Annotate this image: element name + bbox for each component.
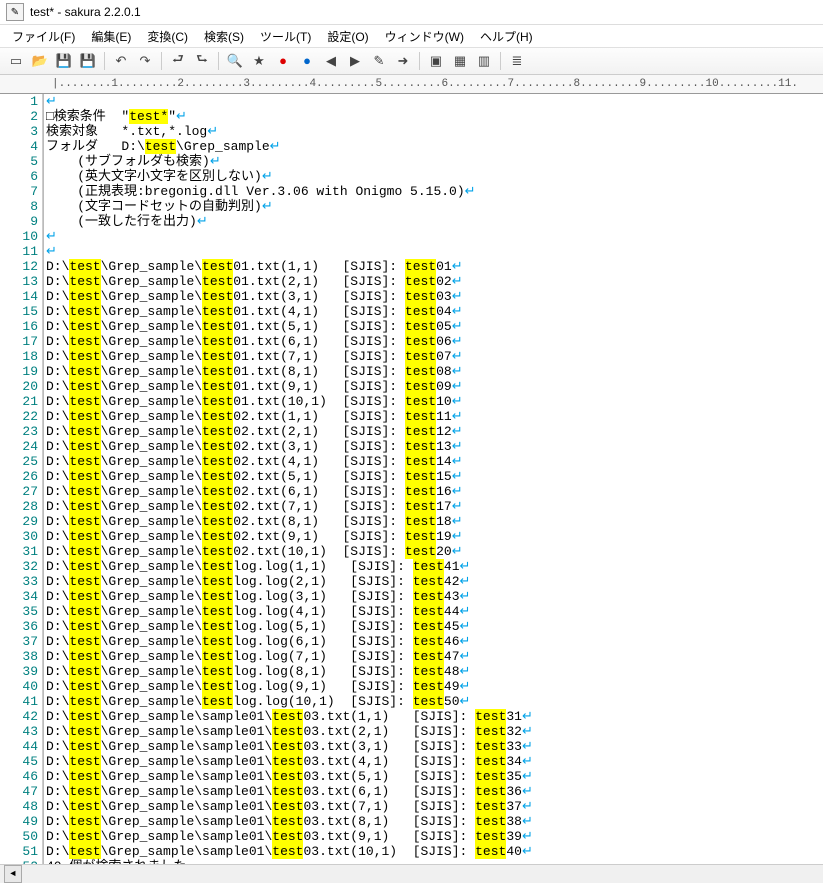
search-icon[interactable]: 🔍 (224, 50, 246, 72)
line-number-gutter: 1 2 3 4 5 6 7 8 9 10 11 12 13 14 15 16 1… (0, 94, 43, 864)
menu-item[interactable]: ウィンドウ(W) (377, 25, 472, 48)
mark-red-icon[interactable]: ● (272, 50, 294, 72)
window-title: test* - sakura 2.2.0.1 (30, 5, 141, 19)
forward-icon[interactable]: ⮑ (191, 50, 213, 72)
menu-item[interactable]: 変換(C) (139, 25, 196, 48)
scroll-left-button[interactable]: ◄ (4, 865, 22, 883)
nav-next-icon[interactable]: ▶ (344, 50, 366, 72)
text-content[interactable]: ↵ □検索条件 "test*"↵ 検索対象 *.txt,*.log↵ フォルダ … (44, 94, 823, 864)
toolbar-separator (500, 52, 501, 70)
menu-item[interactable]: 編集(E) (83, 25, 139, 48)
title-bar: ✎ test* - sakura 2.2.0.1 (0, 0, 823, 25)
save-all-icon[interactable]: 💾 (77, 50, 99, 72)
status-bar: ◄ (0, 864, 823, 883)
open-icon[interactable]: 📂 (29, 50, 51, 72)
toolbar-separator (419, 52, 420, 70)
toolbar-separator (104, 52, 105, 70)
app-icon: ✎ (6, 3, 24, 21)
new-icon[interactable]: ▭ (5, 50, 27, 72)
doc-icon[interactable]: ≣ (506, 50, 528, 72)
window3-icon[interactable]: ▥ (473, 50, 495, 72)
menu-item[interactable]: ファイル(F) (4, 25, 83, 48)
save-icon[interactable]: 💾 (53, 50, 75, 72)
toolbar-separator (161, 52, 162, 70)
window1-icon[interactable]: ▣ (425, 50, 447, 72)
menu-item[interactable]: ヘルプ(H) (472, 25, 541, 48)
editor-area: 1 2 3 4 5 6 7 8 9 10 11 12 13 14 15 16 1… (0, 94, 823, 864)
bookmark-icon[interactable]: ★ (248, 50, 270, 72)
redo-icon[interactable]: ↷ (134, 50, 156, 72)
toolbar: ▭📂💾💾↶↷⮐⮑🔍★●●◀▶✎➜▣▦▥≣ (0, 47, 823, 75)
ruler: |........1.........2.........3.........4… (0, 75, 823, 94)
window2-icon[interactable]: ▦ (449, 50, 471, 72)
jump-icon[interactable]: ➜ (392, 50, 414, 72)
menu-item[interactable]: 設定(O) (319, 25, 376, 48)
menu-item[interactable]: 検索(S) (196, 25, 252, 48)
menu-item[interactable]: ツール(T) (252, 25, 319, 48)
toolbar-separator (218, 52, 219, 70)
nav-prev-icon[interactable]: ◀ (320, 50, 342, 72)
mark-blue-icon[interactable]: ● (296, 50, 318, 72)
undo-icon[interactable]: ↶ (110, 50, 132, 72)
menu-bar: ファイル(F)編集(E)変換(C)検索(S)ツール(T)設定(O)ウィンドウ(W… (0, 25, 823, 47)
highlight-icon[interactable]: ✎ (368, 50, 390, 72)
back-icon[interactable]: ⮐ (167, 50, 189, 72)
